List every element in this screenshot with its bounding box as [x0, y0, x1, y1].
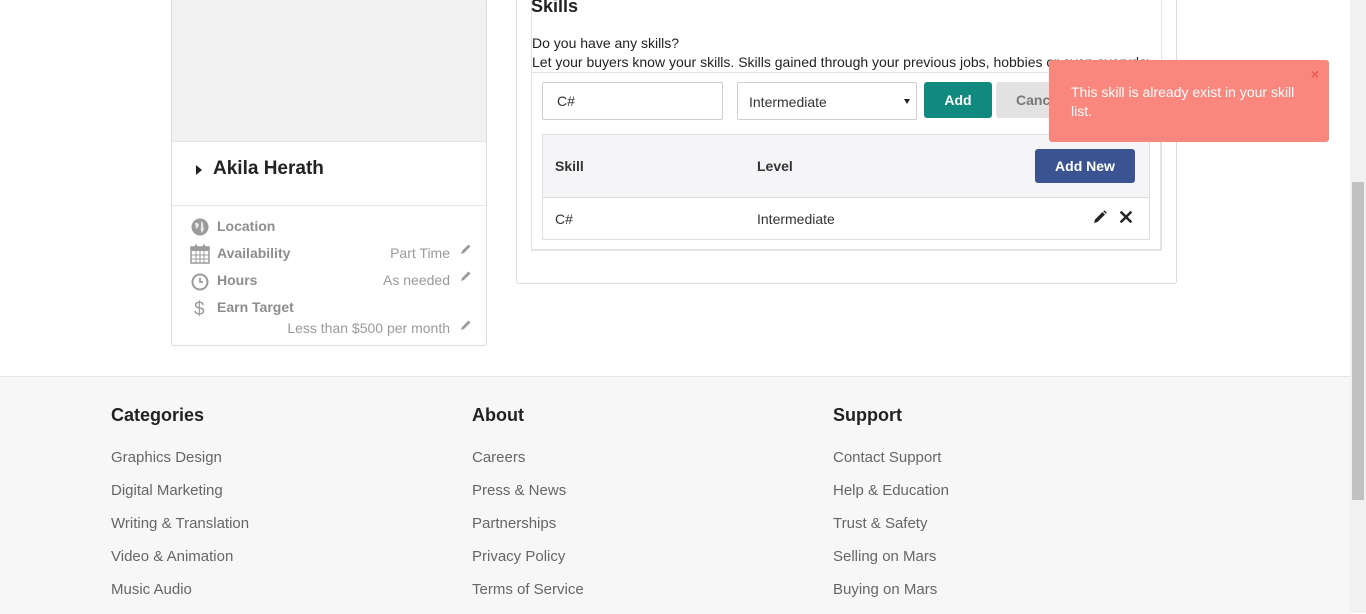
footer-categories-title: Categories [111, 405, 205, 425]
avatar [172, 0, 486, 142]
footer-link[interactable]: Press & News [472, 482, 566, 499]
delete-x-icon[interactable] [1120, 211, 1132, 223]
row-level: Intermediate [757, 211, 835, 227]
location-label: Location [217, 218, 276, 234]
header-level: Level [757, 158, 793, 174]
level-select-value: Intermediate [749, 94, 827, 110]
footer-support-title: Support [833, 405, 902, 425]
availability-value: Part Time [390, 245, 450, 261]
dropdown-arrow-icon [904, 99, 910, 104]
earn-target-value: Less than $500 per month [287, 320, 450, 336]
earn-target-row: $ Earn Target [172, 296, 486, 320]
clock-icon [191, 273, 209, 291]
close-icon[interactable]: × [1311, 66, 1319, 82]
footer-link[interactable]: Digital Marketing [111, 482, 223, 499]
skills-title: Skills [531, 0, 579, 16]
footer-about: About Careers Press & News Partnerships … [472, 405, 584, 598]
table-row: C# Intermediate [543, 197, 1149, 239]
edit-availability-icon[interactable] [460, 243, 472, 255]
edit-earn-target-icon[interactable] [460, 319, 472, 331]
footer-link[interactable]: Video & Animation [111, 548, 233, 565]
edit-hours-icon[interactable] [460, 270, 472, 282]
toast-message: This skill is already exist in your skil… [1071, 84, 1295, 119]
footer-link[interactable]: Trust & Safety [833, 515, 927, 532]
availability-row: Availability Part Time [172, 242, 486, 266]
caret-right-icon[interactable] [196, 165, 202, 175]
footer: Categories Graphics Design Digital Marke… [0, 376, 1350, 614]
add-skill-button[interactable]: Add [924, 82, 992, 118]
footer-link[interactable]: Privacy Policy [472, 548, 565, 565]
footer-link[interactable]: Graphics Design [111, 449, 222, 466]
footer-link[interactable]: Partnerships [472, 515, 556, 532]
footer-link[interactable]: Buying on Mars [833, 581, 937, 598]
skills-question: Do you have any skills? [532, 35, 680, 51]
skill-input[interactable] [542, 82, 723, 120]
profile-name-row[interactable]: Akila Herath [172, 141, 486, 206]
footer-link[interactable]: Selling on Mars [833, 548, 936, 565]
footer-link[interactable]: Writing & Translation [111, 515, 249, 532]
hours-row: Hours As needed [172, 269, 486, 293]
dollar-icon: $ [194, 299, 205, 318]
globe-icon [191, 218, 209, 236]
availability-label: Availability [217, 245, 291, 261]
level-select[interactable]: Intermediate [737, 82, 917, 120]
location-row: Location [172, 215, 486, 239]
skills-table: Skill Level Add New C# Intermediate [542, 134, 1150, 240]
footer-link[interactable]: Contact Support [833, 449, 941, 466]
footer-link[interactable]: Help & Education [833, 482, 949, 499]
hours-label: Hours [217, 272, 258, 288]
footer-about-title: About [472, 405, 524, 425]
svg-text:$: $ [194, 299, 205, 318]
add-new-button[interactable]: Add New [1035, 149, 1135, 183]
footer-link[interactable]: Music Audio [111, 581, 192, 598]
table-header: Skill Level Add New [543, 135, 1149, 198]
footer-categories: Categories Graphics Design Digital Marke… [111, 405, 249, 598]
footer-support: Support Contact Support Help & Education… [833, 405, 949, 598]
profile-card: Akila Herath Location Availability Part … [171, 0, 487, 346]
scrollbar-thumb[interactable] [1352, 182, 1364, 500]
error-toast: × This skill is already exist in your sk… [1049, 60, 1329, 142]
footer-link[interactable]: Careers [472, 449, 525, 466]
hours-value: As needed [383, 272, 450, 288]
earn-target-label: Earn Target [217, 299, 294, 315]
edit-pencil-icon[interactable] [1093, 210, 1107, 224]
row-skill: C# [555, 211, 573, 227]
profile-name: Akila Herath [213, 158, 324, 179]
header-skill: Skill [555, 158, 584, 174]
footer-link[interactable]: Terms of Service [472, 581, 584, 598]
calendar-icon [190, 244, 210, 264]
